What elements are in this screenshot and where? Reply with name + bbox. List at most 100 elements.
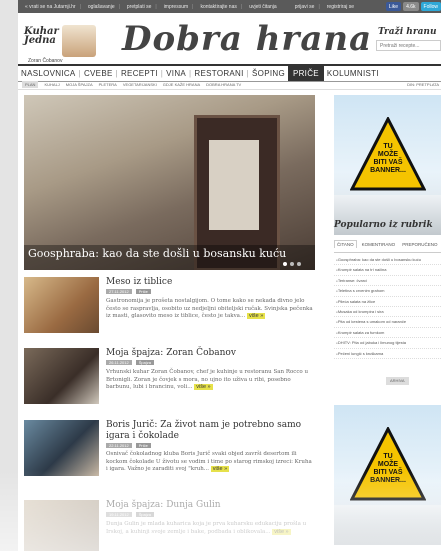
article-excerpt: Dunja Gulin je mlada kuharica koja je pr… [106,521,315,536]
read-more-link[interactable]: više » [194,384,213,390]
popular-rubric-title: Popularno iz rubrik [334,220,433,230]
hero-title[interactable]: Goosphraba: kao da ste došli u bosansku … [28,247,286,260]
ad-line: TU [383,143,393,150]
popular-item[interactable]: Musaka od krumpira i sira [334,307,441,318]
nav-item-soping[interactable]: ŠOPING [249,69,288,78]
site-header: Kuhar Jedna Zoran Čobanov Dobra hrana Tr… [18,13,441,65]
nav-item-cvebe[interactable]: CVEBE [81,69,116,78]
tab-komentirano[interactable]: KOMENTIRANO [360,241,398,248]
topbar-link-register[interactable]: registriraj se [327,4,354,10]
subnav-item[interactable]: MOJA ŠPAJZA [66,82,93,87]
slide-dot[interactable] [297,262,301,266]
site-title[interactable]: Dobra hrana [122,19,372,59]
hero-slideshow[interactable]: Goosphraba: kao da ste došli u bosansku … [24,95,315,270]
ad-mountain-image [334,505,441,545]
article-meta: 19.11.2012 Špajza [106,512,154,517]
top-bar: « vrati se na Jutarnji.hr | oglašavanje … [18,0,441,13]
topbar-link-terms[interactable]: uvjeti čitanja [249,4,277,10]
read-more-link[interactable]: više » [272,528,291,535]
facebook-count: 4.6k [403,2,419,11]
article-item: Moja špajza: Dunja Gulin 19.11.2012 Špajz… [24,500,315,551]
subnav-item[interactable]: KUHALJ [44,82,59,87]
article-tag[interactable]: Špajza [135,360,154,365]
ad-line: BITI VAŠ [373,159,403,166]
article-meta: 22.11.2012 Priče [106,443,151,448]
popular-item[interactable]: DHITV: Pita od jabuka i limunog tijesta [334,338,441,349]
article-title[interactable]: Moja špajza: Zoran Čobanov [106,348,315,359]
article-date: 22.11.2012 [106,443,132,448]
topbar-link-login[interactable]: prijavi se [295,4,315,10]
popular-list: Goosphraba: kao da ste došli u bosansku … [334,255,441,359]
popular-item[interactable]: Pečeni lungić s kruškama [334,349,441,359]
search-input[interactable] [376,40,441,51]
nav-item-vina[interactable]: VINA [163,69,189,78]
subnav-item[interactable]: GDJE KAŽE HRANA [163,82,200,87]
article-thumbnail[interactable] [24,420,99,476]
article-date: 27.11.2012 [106,289,132,294]
subnav-item[interactable]: VEGETARIJANSKI [123,82,157,87]
read-more-link[interactable]: više » [210,466,230,472]
article-title[interactable]: Boris Jurič: Za život nam je potrebno sa… [106,420,315,442]
article-tag[interactable]: Špajza [135,512,154,517]
nav-item-naslovnica[interactable]: NASLOVNICA [18,69,79,78]
slide-dot[interactable] [283,262,287,266]
ad-text: TU MOŽE BITI VAŠ BANNER... [352,143,424,175]
archive-button[interactable]: ARHIVA [386,377,409,385]
topbar-link-ads[interactable]: oglašavanje [88,4,115,10]
popular-item[interactable]: Teriranse: čvarci [334,276,441,287]
topbar-sep: | [155,3,157,10]
popular-item[interactable]: Goosphraba: kao da ste došli u bosansku … [334,255,441,266]
topbar-link-impressum[interactable]: impressum [164,4,188,10]
topbar-link-contact[interactable]: kontaktirajte nas [200,4,236,10]
nav-item-price[interactable]: PRIČE [287,66,324,81]
article-meta: 26.11.2012 Špajza [106,360,154,365]
kuhar-logo[interactable]: Kuhar Jedna [24,27,59,46]
article-excerpt: Gastronomija je prošeta nostalgijom. O t… [106,298,315,321]
sub-nav: PLAN KUHALJ MOJA ŠPAJZA PLETERA VEGETARI… [18,80,441,90]
article-thumbnail[interactable] [24,277,99,333]
chef-photo [62,25,96,57]
social-buttons: Like 4.6k Follow [385,2,441,11]
tab-citano[interactable]: ČITANO [334,240,357,248]
facebook-like-button[interactable]: Like [385,2,402,11]
page: « vrati se na Jutarnji.hr | oglašavanje … [18,0,441,551]
ad-line: BANNER... [370,477,406,484]
article-meta: 27.11.2012 Priče [106,289,151,294]
nav-item-recepti[interactable]: RECEPTI [118,69,161,78]
nav-item-restorani[interactable]: RESTORANI [191,69,246,78]
excerpt-text: Osnivač čokoladnog kluba Boris Jurič sva… [106,451,312,472]
ad-line: MOŽE [377,461,399,468]
subnav-item[interactable]: PLETERA [99,82,117,87]
subnav-item[interactable]: PLAN [22,81,39,88]
article-title[interactable]: Moja špajza: Dunja Gulin [106,500,315,511]
topbar-link-subscribe[interactable]: pretplati se [127,4,151,10]
topbar-sep: | [118,3,120,10]
article-tag[interactable]: Priče [135,443,151,448]
tab-preporuceno[interactable]: PREPORUČENO [400,241,439,248]
banner-ad[interactable]: TU MOŽE BITI VAŠ BANNER... [334,95,441,235]
nav-item-kolumnisti[interactable]: KOLUMNISTI [324,69,382,78]
article-tag[interactable]: Priče [135,289,151,294]
topbar-link-back[interactable]: « vrati se na Jutarnji.hr [25,4,76,10]
banner-ad[interactable]: TU MOŽE BITI VAŠ BANNER... [334,405,441,545]
popular-item[interactable]: Pileća salata na žlice [334,297,441,307]
article-title[interactable]: Meso iz tiblice [106,277,315,288]
slide-dot[interactable] [290,262,294,266]
read-more-link[interactable]: više » [246,313,266,319]
topbar-sep: | [79,3,81,10]
popular-item[interactable]: Krumpir salata za fumkom [334,328,441,339]
twitter-follow-button[interactable]: Follow [420,2,441,11]
article-date: 26.11.2012 [106,360,132,365]
article-excerpt: Osnivač čokoladnog kluba Boris Jurič sva… [106,451,315,474]
article-item: Meso iz tiblice 27.11.2012 Priče Gastrono… [24,277,315,347]
subnav-item[interactable]: DOBRA HRANA TV [206,82,241,87]
article-date: 19.11.2012 [106,512,132,517]
ad-line: TU [383,453,393,460]
article-thumbnail[interactable] [24,500,99,551]
popular-item[interactable]: Teletina s crvenim grahom [334,286,441,297]
excerpt-text: Gastronomija je prošeta nostalgijom. O t… [106,298,313,319]
ad-line: BANNER... [370,167,406,174]
popular-item[interactable]: Pita od kestena s umakom od naranče [334,317,441,328]
popular-item[interactable]: Krumpir salata na tri načina [334,265,441,276]
article-thumbnail[interactable] [24,348,99,404]
